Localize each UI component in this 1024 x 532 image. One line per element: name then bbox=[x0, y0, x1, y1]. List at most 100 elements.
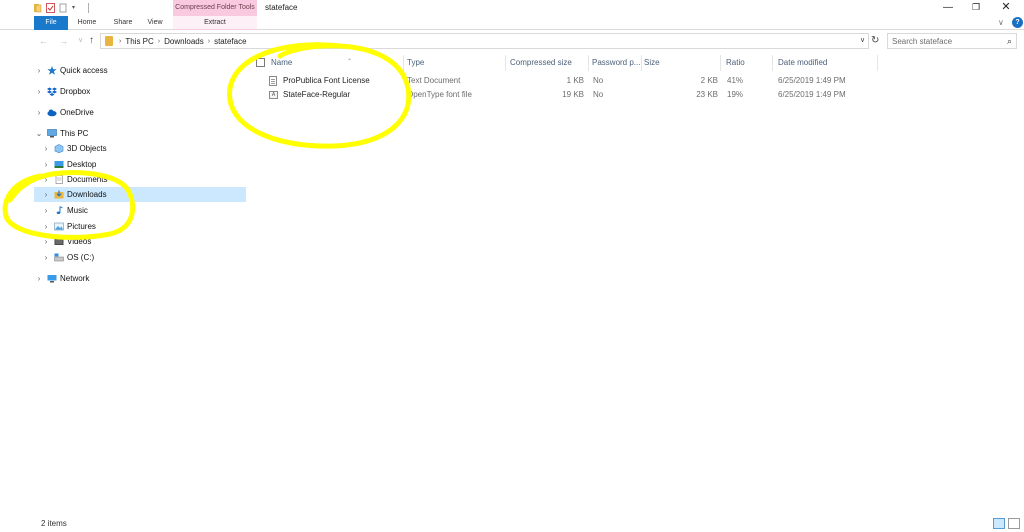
search-input[interactable]: Search stateface bbox=[892, 37, 952, 46]
breadcrumb-this-pc[interactable]: This PC bbox=[125, 37, 153, 46]
column-divider[interactable] bbox=[641, 55, 642, 71]
nav-item-label: Videos bbox=[67, 237, 92, 246]
refresh-icon[interactable]: ↻ bbox=[871, 34, 879, 48]
chevron-right-icon[interactable]: › bbox=[41, 253, 51, 262]
font-file-icon: A bbox=[269, 91, 278, 99]
column-divider[interactable] bbox=[588, 55, 589, 71]
breadcrumb-downloads[interactable]: Downloads bbox=[164, 37, 204, 46]
column-header-size[interactable]: Size bbox=[644, 56, 718, 70]
up-button[interactable]: ↑ bbox=[89, 34, 94, 48]
column-header-password[interactable]: Password p... bbox=[592, 56, 642, 70]
status-bar: 2 items bbox=[0, 516, 1024, 532]
quick-access-toolbar: ▾ bbox=[33, 2, 89, 14]
cloud-icon bbox=[47, 108, 57, 117]
nav-item-label: 3D Objects bbox=[67, 144, 107, 153]
minimize-button[interactable]: — bbox=[934, 0, 962, 16]
column-header-label: Name bbox=[271, 58, 293, 67]
item-count: 2 items bbox=[41, 519, 67, 528]
search-box[interactable]: Search stateface ⌕ bbox=[887, 33, 1017, 49]
nav-item-3d-objects[interactable]: › 3D Objects bbox=[41, 141, 246, 156]
nav-item-label: Music bbox=[67, 206, 88, 215]
details-view-icon[interactable] bbox=[993, 518, 1005, 529]
nav-item-quick-access[interactable]: › Quick access bbox=[34, 63, 246, 78]
nav-item-os-c[interactable]: › OS (C:) bbox=[41, 250, 246, 265]
column-divider[interactable] bbox=[877, 55, 878, 71]
table-row[interactable]: A StateFace-Regular OpenType font file 1… bbox=[250, 88, 870, 102]
tab-share[interactable]: Share bbox=[110, 16, 136, 30]
search-icon[interactable]: ⌕ bbox=[1007, 36, 1012, 47]
title-bar: ▾ Compressed Folder Tools stateface — ❐ … bbox=[0, 0, 1024, 16]
nav-item-documents[interactable]: › Documents bbox=[41, 172, 246, 187]
close-button[interactable]: ✕ bbox=[992, 0, 1020, 16]
recent-locations-icon[interactable]: ∨ bbox=[78, 34, 83, 48]
chevron-right-icon[interactable]: › bbox=[34, 108, 44, 117]
chevron-right-icon[interactable]: › bbox=[41, 237, 51, 246]
navigation-row: ← → ∨ ↑ › This PC › Downloads › statefac… bbox=[0, 33, 1024, 49]
chevron-right-icon[interactable]: › bbox=[34, 274, 44, 283]
nav-item-downloads[interactable]: › Downloads bbox=[34, 187, 246, 202]
chevron-right-icon[interactable]: › bbox=[41, 160, 51, 169]
table-row[interactable]: ProPublica Font License Text Document 1 … bbox=[250, 74, 870, 88]
dropbox-icon bbox=[47, 87, 57, 96]
file-ratio: 19% bbox=[727, 90, 744, 99]
sort-ascending-icon: ⌃ bbox=[347, 59, 353, 65]
nav-item-music[interactable]: › Music bbox=[41, 203, 246, 218]
nav-item-videos[interactable]: › Videos bbox=[41, 234, 246, 249]
nav-item-onedrive[interactable]: › OneDrive bbox=[34, 105, 246, 120]
column-header-type[interactable]: Type bbox=[407, 56, 505, 70]
select-all-checkbox[interactable] bbox=[256, 58, 265, 67]
chevron-right-icon[interactable]: › bbox=[208, 38, 210, 45]
chevron-right-icon[interactable]: › bbox=[41, 175, 51, 184]
help-icon[interactable]: ? bbox=[1012, 17, 1023, 28]
nav-item-label: This PC bbox=[60, 129, 89, 138]
folder-icon bbox=[105, 36, 113, 46]
column-divider[interactable] bbox=[505, 55, 506, 71]
new-folder-icon[interactable] bbox=[59, 3, 68, 13]
column-divider[interactable] bbox=[772, 55, 773, 71]
file-type: OpenType font file bbox=[407, 90, 472, 99]
expand-ribbon-icon[interactable]: ∨ bbox=[998, 18, 1004, 27]
chevron-right-icon[interactable]: › bbox=[41, 144, 51, 153]
nav-item-dropbox[interactable]: › Dropbox bbox=[34, 84, 246, 99]
column-header-ratio[interactable]: Ratio bbox=[726, 56, 770, 70]
file-date-modified: 6/25/2019 1:49 PM bbox=[778, 76, 846, 85]
file-name[interactable]: StateFace-Regular bbox=[283, 88, 350, 102]
properties-icon[interactable] bbox=[46, 3, 55, 13]
chevron-down-icon[interactable]: ⌄ bbox=[34, 129, 44, 138]
column-divider[interactable] bbox=[403, 55, 404, 71]
file-name[interactable]: ProPublica Font License bbox=[283, 74, 370, 88]
nav-item-network[interactable]: › Network bbox=[34, 271, 246, 286]
tab-file[interactable]: File bbox=[34, 16, 68, 30]
computer-icon bbox=[47, 129, 57, 138]
column-header-date-modified[interactable]: Date modified bbox=[778, 56, 872, 70]
column-divider[interactable] bbox=[720, 55, 721, 71]
qat-customize-icon[interactable]: ▾ bbox=[72, 3, 81, 13]
chevron-right-icon[interactable]: › bbox=[41, 222, 51, 231]
chevron-right-icon[interactable]: › bbox=[158, 38, 160, 45]
tab-view[interactable]: View bbox=[143, 16, 167, 30]
back-button[interactable]: ← bbox=[39, 34, 48, 48]
large-icons-view-icon[interactable] bbox=[1008, 518, 1020, 529]
nav-item-this-pc[interactable]: ⌄ This PC bbox=[34, 126, 246, 141]
address-dropdown-icon[interactable]: ∨ bbox=[860, 36, 865, 44]
nav-item-label: OS (C:) bbox=[67, 253, 95, 262]
chevron-right-icon[interactable]: › bbox=[41, 190, 51, 199]
nav-item-desktop[interactable]: › Desktop bbox=[41, 157, 246, 172]
nav-item-label: Dropbox bbox=[60, 87, 91, 96]
nav-item-label: Pictures bbox=[67, 222, 96, 231]
column-header-compressed-size[interactable]: Compressed size bbox=[510, 56, 588, 70]
pictures-icon bbox=[54, 222, 64, 231]
chevron-right-icon[interactable]: › bbox=[34, 87, 44, 96]
tab-extract[interactable]: Extract bbox=[173, 16, 257, 30]
nav-item-label: Desktop bbox=[67, 160, 97, 169]
column-header-name[interactable]: Name ⌃ bbox=[271, 56, 401, 70]
address-bar[interactable]: › This PC › Downloads › stateface bbox=[100, 33, 869, 49]
tab-home[interactable]: Home bbox=[73, 16, 101, 30]
breadcrumb-stateface[interactable]: stateface bbox=[214, 37, 246, 46]
forward-button[interactable]: → bbox=[59, 34, 68, 48]
chevron-right-icon[interactable]: › bbox=[34, 66, 44, 75]
maximize-button[interactable]: ❐ bbox=[962, 0, 990, 16]
chevron-right-icon[interactable]: › bbox=[41, 206, 51, 215]
nav-item-pictures[interactable]: › Pictures bbox=[41, 219, 246, 234]
chevron-right-icon[interactable]: › bbox=[119, 38, 121, 45]
